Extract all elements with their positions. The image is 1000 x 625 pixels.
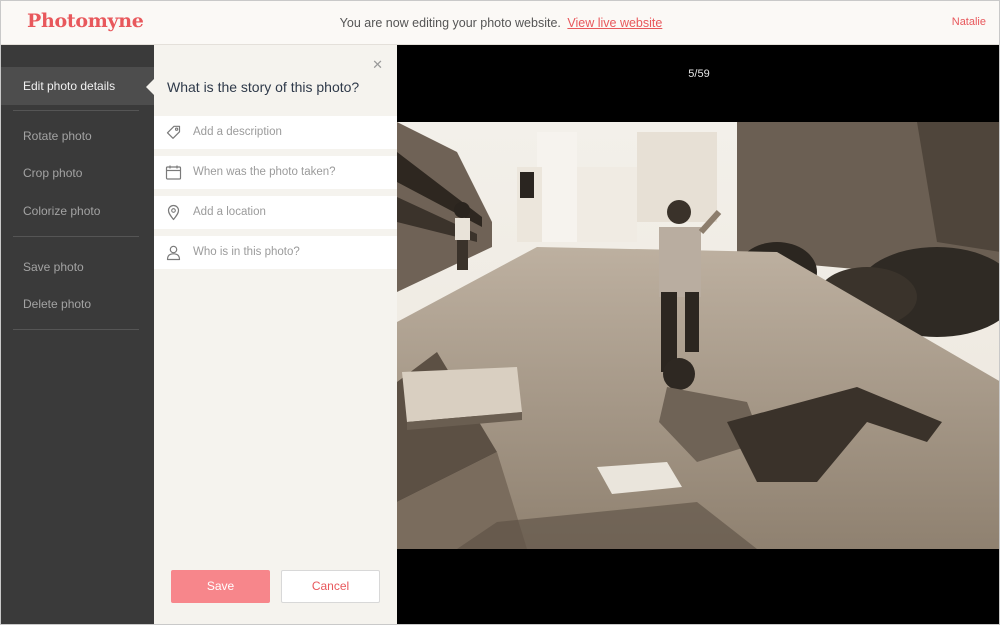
sidebar-divider: [13, 236, 139, 237]
location-pin-icon: [167, 204, 180, 221]
sidebar-item-delete-photo[interactable]: Delete photo: [1, 285, 154, 323]
date-placeholder: When was the photo taken?: [193, 166, 336, 178]
description-field[interactable]: Add a description: [154, 116, 397, 149]
people-placeholder: Who is in this photo?: [193, 246, 300, 258]
date-field[interactable]: When was the photo taken?: [154, 156, 397, 189]
cancel-button[interactable]: Cancel: [281, 570, 380, 603]
calendar-icon: [165, 165, 182, 180]
sidebar-item-colorize-photo[interactable]: Colorize photo: [1, 192, 154, 230]
description-placeholder: Add a description: [193, 126, 282, 138]
panel-title: What is the story of this photo?: [167, 79, 360, 95]
vintage-photo[interactable]: [397, 122, 1000, 549]
sidebar-divider: [13, 110, 139, 111]
photo-counter: 5/59: [688, 68, 710, 80]
people-field[interactable]: Who is in this photo?: [154, 236, 397, 269]
save-button[interactable]: Save: [171, 570, 270, 603]
location-placeholder: Add a location: [193, 206, 266, 218]
user-name[interactable]: Natalie: [952, 16, 986, 28]
sidebar-divider: [13, 329, 139, 330]
view-live-website-link[interactable]: View live website: [567, 16, 662, 30]
sidebar-item-edit-photo-details[interactable]: Edit photo details: [1, 67, 154, 105]
sidebar: Edit photo details Rotate photo Crop pho…: [1, 45, 154, 624]
app-window: Photomyne You are now editing your photo…: [0, 0, 1000, 625]
photo-viewer: 5/59: [397, 45, 1000, 624]
sidebar-item-rotate-photo[interactable]: Rotate photo: [1, 117, 154, 155]
photo-details-panel: ✕ What is the story of this photo? Add a…: [146, 45, 397, 624]
top-bar: Photomyne You are now editing your photo…: [1, 1, 999, 45]
sidebar-item-save-photo[interactable]: Save photo: [1, 248, 154, 286]
close-icon[interactable]: ✕: [372, 58, 383, 71]
person-icon: [166, 245, 181, 261]
location-field[interactable]: Add a location: [154, 196, 397, 229]
sidebar-item-crop-photo[interactable]: Crop photo: [1, 154, 154, 192]
panel-pointer: [146, 78, 155, 96]
editing-banner: You are now editing your photo website. …: [1, 16, 999, 30]
banner-text: You are now editing your photo website.: [339, 16, 561, 30]
tag-icon: [166, 125, 181, 139]
